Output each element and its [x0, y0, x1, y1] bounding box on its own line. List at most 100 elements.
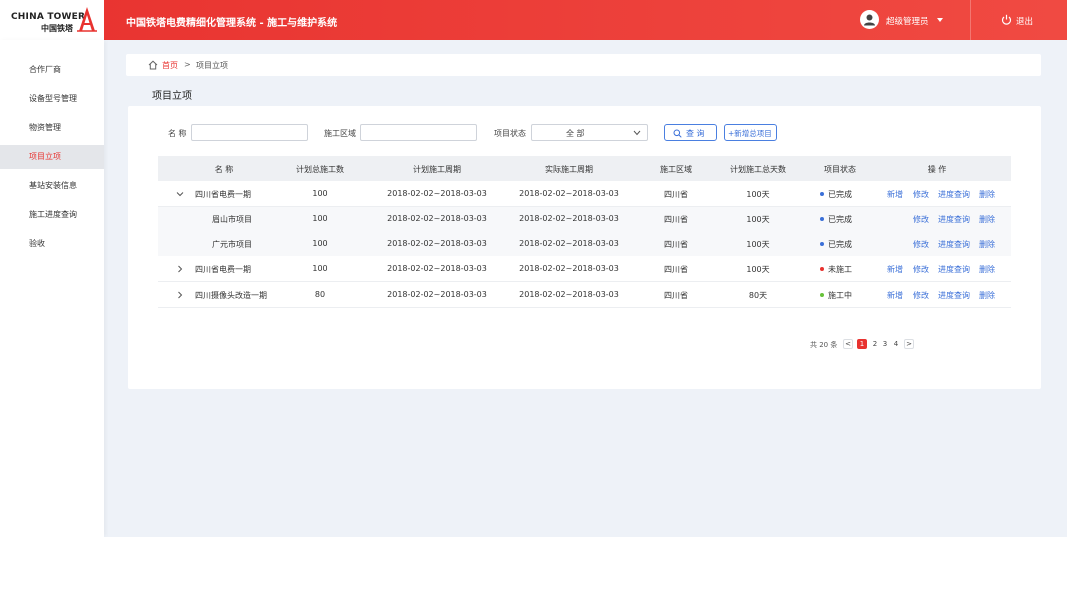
status-dot-icon [820, 292, 824, 297]
sidebar-item-projects[interactable]: 项目立项 [0, 145, 104, 169]
cell-plan-period: 2018-02-02~2018-03-03 [387, 214, 487, 223]
column-header-status: 项目状态 [824, 165, 856, 174]
delete-button[interactable]: 删除 [979, 290, 995, 301]
edit-button[interactable]: 修改 [913, 239, 929, 250]
cell-area: 四川省 [664, 215, 688, 224]
cell-planned-count: 80 [314, 290, 326, 299]
avatar[interactable] [860, 10, 879, 29]
pagination-next-button[interactable]: > [904, 339, 914, 349]
status-badge: 未施工 [820, 264, 852, 275]
table-child-row: 眉山市项目 100 2018-02-02~2018-03-03 2018-02-02~… [158, 207, 1011, 231]
chevron-down-icon [633, 130, 641, 136]
column-header-actions: 操 作 [927, 165, 947, 174]
add-sub-button[interactable]: 新增 [887, 189, 903, 200]
logo: CHINA TOWER 中国铁塔 [0, 0, 104, 40]
status-filter-label: 项目状态 [494, 129, 526, 138]
pagination-page-4[interactable]: 4 [891, 339, 901, 349]
delete-button[interactable]: 删除 [979, 189, 995, 200]
column-header-planned-days: 计划施工总天数 [730, 165, 786, 174]
add-sub-button[interactable]: 新增 [887, 264, 903, 275]
sidebar-item-materials[interactable]: 物资管理 [0, 116, 104, 140]
edit-button[interactable]: 修改 [913, 290, 929, 301]
edit-button[interactable]: 修改 [913, 214, 929, 225]
progress-query-button[interactable]: 进度查询 [938, 239, 970, 250]
page-title: 项目立项 [152, 91, 192, 102]
progress-query-button[interactable]: 进度查询 [938, 214, 970, 225]
sidebar-item-partners[interactable]: 合作厂商 [0, 58, 104, 82]
top-header: CHINA TOWER 中国铁塔 中国铁塔电费精细化管理系统 - 施工与维护系统… [0, 0, 1067, 40]
add-sub-button[interactable]: 新增 [887, 290, 903, 301]
sidebar-item-device-models[interactable]: 设备型号管理 [0, 87, 104, 111]
cell-actual-period: 2018-02-02~2018-03-03 [519, 239, 619, 248]
status-badge: 已完成 [820, 214, 852, 225]
status-dot-icon [820, 191, 824, 196]
content-panel: 名 称 施工区域 项目状态 全 部 查 询 +新增总项目 名 称 计划总施工数 … [128, 106, 1041, 389]
pagination-page-2[interactable]: 2 [870, 339, 880, 349]
cell-plan-period: 2018-02-02~2018-03-03 [387, 290, 487, 299]
name-input[interactable] [191, 124, 308, 141]
cell-planned-days: 100天 [746, 215, 770, 224]
progress-query-button[interactable]: 进度查询 [938, 290, 970, 301]
delete-button[interactable]: 删除 [979, 239, 995, 250]
cell-name: 四川省电费一期 [195, 265, 251, 274]
name-filter-label: 名 称 [168, 129, 187, 138]
column-header-name: 名 称 [214, 165, 234, 174]
sidebar-item-progress[interactable]: 施工进度查询 [0, 203, 104, 227]
cell-planned-count: 100 [312, 189, 328, 198]
search-icon [673, 129, 682, 138]
pagination-prev-button[interactable]: < [843, 339, 853, 349]
chevron-right-icon[interactable] [176, 291, 184, 299]
sidebar-item-station-install[interactable]: 基站安装信息 [0, 174, 104, 198]
cell-name: 四川摄像头改造一期 [195, 291, 267, 300]
status-dot-icon [820, 216, 824, 221]
breadcrumb-current: 项目立项 [196, 61, 228, 70]
add-project-button[interactable]: +新增总项目 [724, 124, 777, 141]
status-dot-icon [820, 266, 824, 271]
progress-query-button[interactable]: 进度查询 [938, 189, 970, 200]
cell-actual-period: 2018-02-02~2018-03-03 [519, 290, 619, 299]
delete-button[interactable]: 删除 [979, 214, 995, 225]
area-input[interactable] [360, 124, 477, 141]
status-select[interactable]: 全 部 [531, 124, 648, 141]
pagination-page-1[interactable]: 1 [857, 339, 867, 349]
breadcrumb: 首页 > 项目立项 [126, 54, 1041, 76]
cell-planned-count: 100 [312, 239, 328, 248]
tower-logo-icon [77, 7, 97, 32]
chevron-down-icon[interactable] [937, 18, 943, 22]
cell-plan-period: 2018-02-02~2018-03-03 [387, 239, 487, 248]
breadcrumb-home-link[interactable]: 首页 [162, 60, 178, 71]
add-project-button-label: +新增总项目 [728, 129, 772, 138]
user-avatar-icon [864, 14, 875, 26]
app-title: 中国铁塔电费精细化管理系统 - 施工与维护系统 [126, 18, 338, 29]
chevron-down-icon[interactable] [176, 190, 184, 198]
edit-button[interactable]: 修改 [913, 189, 929, 200]
chevron-right-icon[interactable] [176, 265, 184, 273]
status-select-value: 全 部 [566, 129, 585, 138]
cell-area: 四川省 [664, 190, 688, 199]
cell-planned-days: 100天 [746, 265, 770, 274]
table-header: 名 称 计划总施工数 计划施工周期 实际施工周期 施工区域 计划施工总天数 项目… [158, 156, 1011, 181]
pagination-page-3[interactable]: 3 [880, 339, 890, 349]
status-text: 已完成 [828, 215, 852, 224]
cell-area: 四川省 [664, 291, 688, 300]
column-header-planned-count: 计划总施工数 [296, 165, 344, 174]
cell-name: 四川省电费一期 [195, 190, 251, 199]
cell-plan-period: 2018-02-02~2018-03-03 [387, 189, 487, 198]
edit-button[interactable]: 修改 [913, 264, 929, 275]
area-filter-label: 施工区域 [324, 129, 356, 138]
progress-query-button[interactable]: 进度查询 [938, 264, 970, 275]
cell-planned-days: 100天 [746, 190, 770, 199]
status-badge: 施工中 [820, 290, 852, 301]
logo-text-en: CHINA TOWER [11, 12, 86, 22]
cell-name: 眉山市项目 [212, 215, 252, 224]
cell-name: 广元市项目 [212, 240, 252, 249]
delete-button[interactable]: 删除 [979, 264, 995, 275]
user-menu[interactable]: 超级管理员 [850, 0, 971, 40]
home-icon [148, 60, 158, 70]
query-button[interactable]: 查 询 [664, 124, 717, 141]
cell-planned-count: 100 [312, 214, 328, 223]
page-footer-area [0, 537, 1067, 600]
cell-actual-period: 2018-02-02~2018-03-03 [519, 264, 619, 273]
user-name: 超级管理员 [886, 17, 929, 27]
sidebar-item-acceptance[interactable]: 验收 [0, 232, 104, 256]
